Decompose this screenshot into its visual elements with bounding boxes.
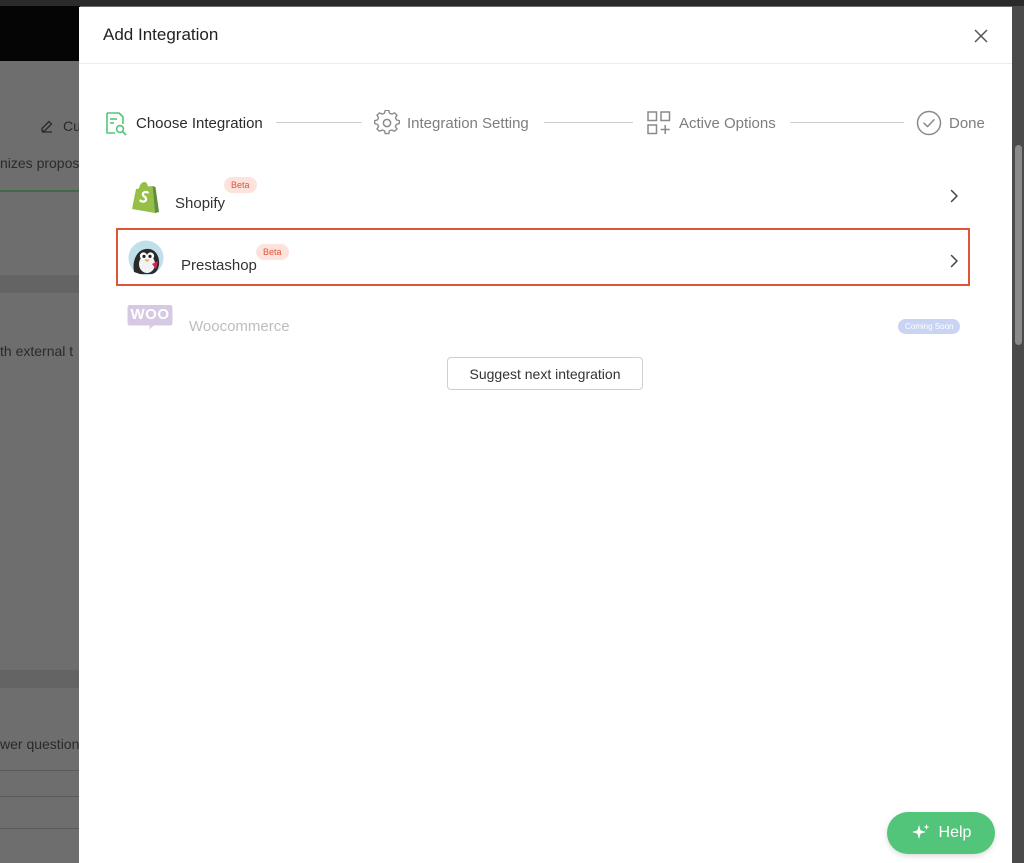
background-divider: [0, 770, 80, 771]
coming-soon-badge: Coming Soon: [898, 319, 961, 334]
background-text: th external t: [0, 343, 74, 359]
modal-title: Add Integration: [103, 25, 219, 44]
edit-icon: [41, 120, 53, 133]
step-active-options: Active Options: [646, 107, 776, 139]
background-band: [0, 670, 80, 688]
integration-row-prestashop[interactable]: Prestashop Beta: [116, 228, 970, 286]
chevron-right-icon: [950, 254, 958, 268]
check-circle-icon: [916, 110, 942, 136]
step-label: Integration Setting: [407, 114, 529, 132]
prestashop-logo: [128, 240, 164, 276]
background-topbar: [0, 0, 1024, 6]
background-divider: [0, 828, 80, 829]
help-label: Help: [938, 824, 972, 841]
help-button[interactable]: Help: [887, 812, 995, 854]
shopify-logo: [132, 182, 159, 213]
background-scroll-track: [1012, 6, 1024, 863]
step-integration-setting: Integration Setting: [374, 107, 529, 139]
background-tab-underline: [0, 190, 80, 192]
beta-badge: Beta: [224, 177, 257, 193]
step-choose-integration: Choose Integration: [103, 107, 263, 139]
suggest-next-integration-button[interactable]: Suggest next integration: [447, 357, 643, 390]
gear-icon: [374, 110, 400, 135]
scrollbar-thumb[interactable]: [1015, 145, 1022, 345]
close-icon[interactable]: [971, 26, 991, 46]
woo-logo-text: WOO: [130, 306, 170, 323]
step-connector: [276, 122, 362, 123]
step-connector: [544, 122, 633, 123]
background-text: nizes propos: [0, 155, 80, 171]
grid-add-icon: [647, 111, 671, 135]
woo-logo: WOO: [127, 304, 173, 330]
modal-header: Add Integration: [79, 7, 1012, 64]
integration-row-shopify[interactable]: Shopify Beta: [116, 167, 970, 225]
step-done: Done: [916, 107, 985, 139]
background-divider: [0, 796, 80, 797]
step-connector: [790, 122, 904, 123]
integration-name: Woocommerce: [189, 318, 290, 335]
add-integration-modal: Add Integration Choose Integration Integ…: [79, 7, 1012, 863]
integration-name: Prestashop: [181, 257, 257, 274]
background-header-dark: [0, 6, 80, 61]
document-search-icon: [106, 112, 127, 136]
step-label: Active Options: [679, 114, 776, 132]
beta-badge: Beta: [256, 244, 289, 260]
sparkle-icon: [911, 824, 930, 839]
chevron-right-icon: [950, 189, 958, 203]
background-band: [0, 275, 80, 293]
step-label: Choose Integration: [136, 114, 263, 132]
integration-row-woocommerce: WOO Woocommerce Coming Soon: [116, 292, 970, 342]
step-label: Done: [949, 114, 985, 132]
integration-name: Shopify: [175, 195, 226, 212]
background-text: wer question: [0, 736, 80, 752]
integration-stepper: Choose Integration Integration Setting A…: [103, 107, 988, 139]
